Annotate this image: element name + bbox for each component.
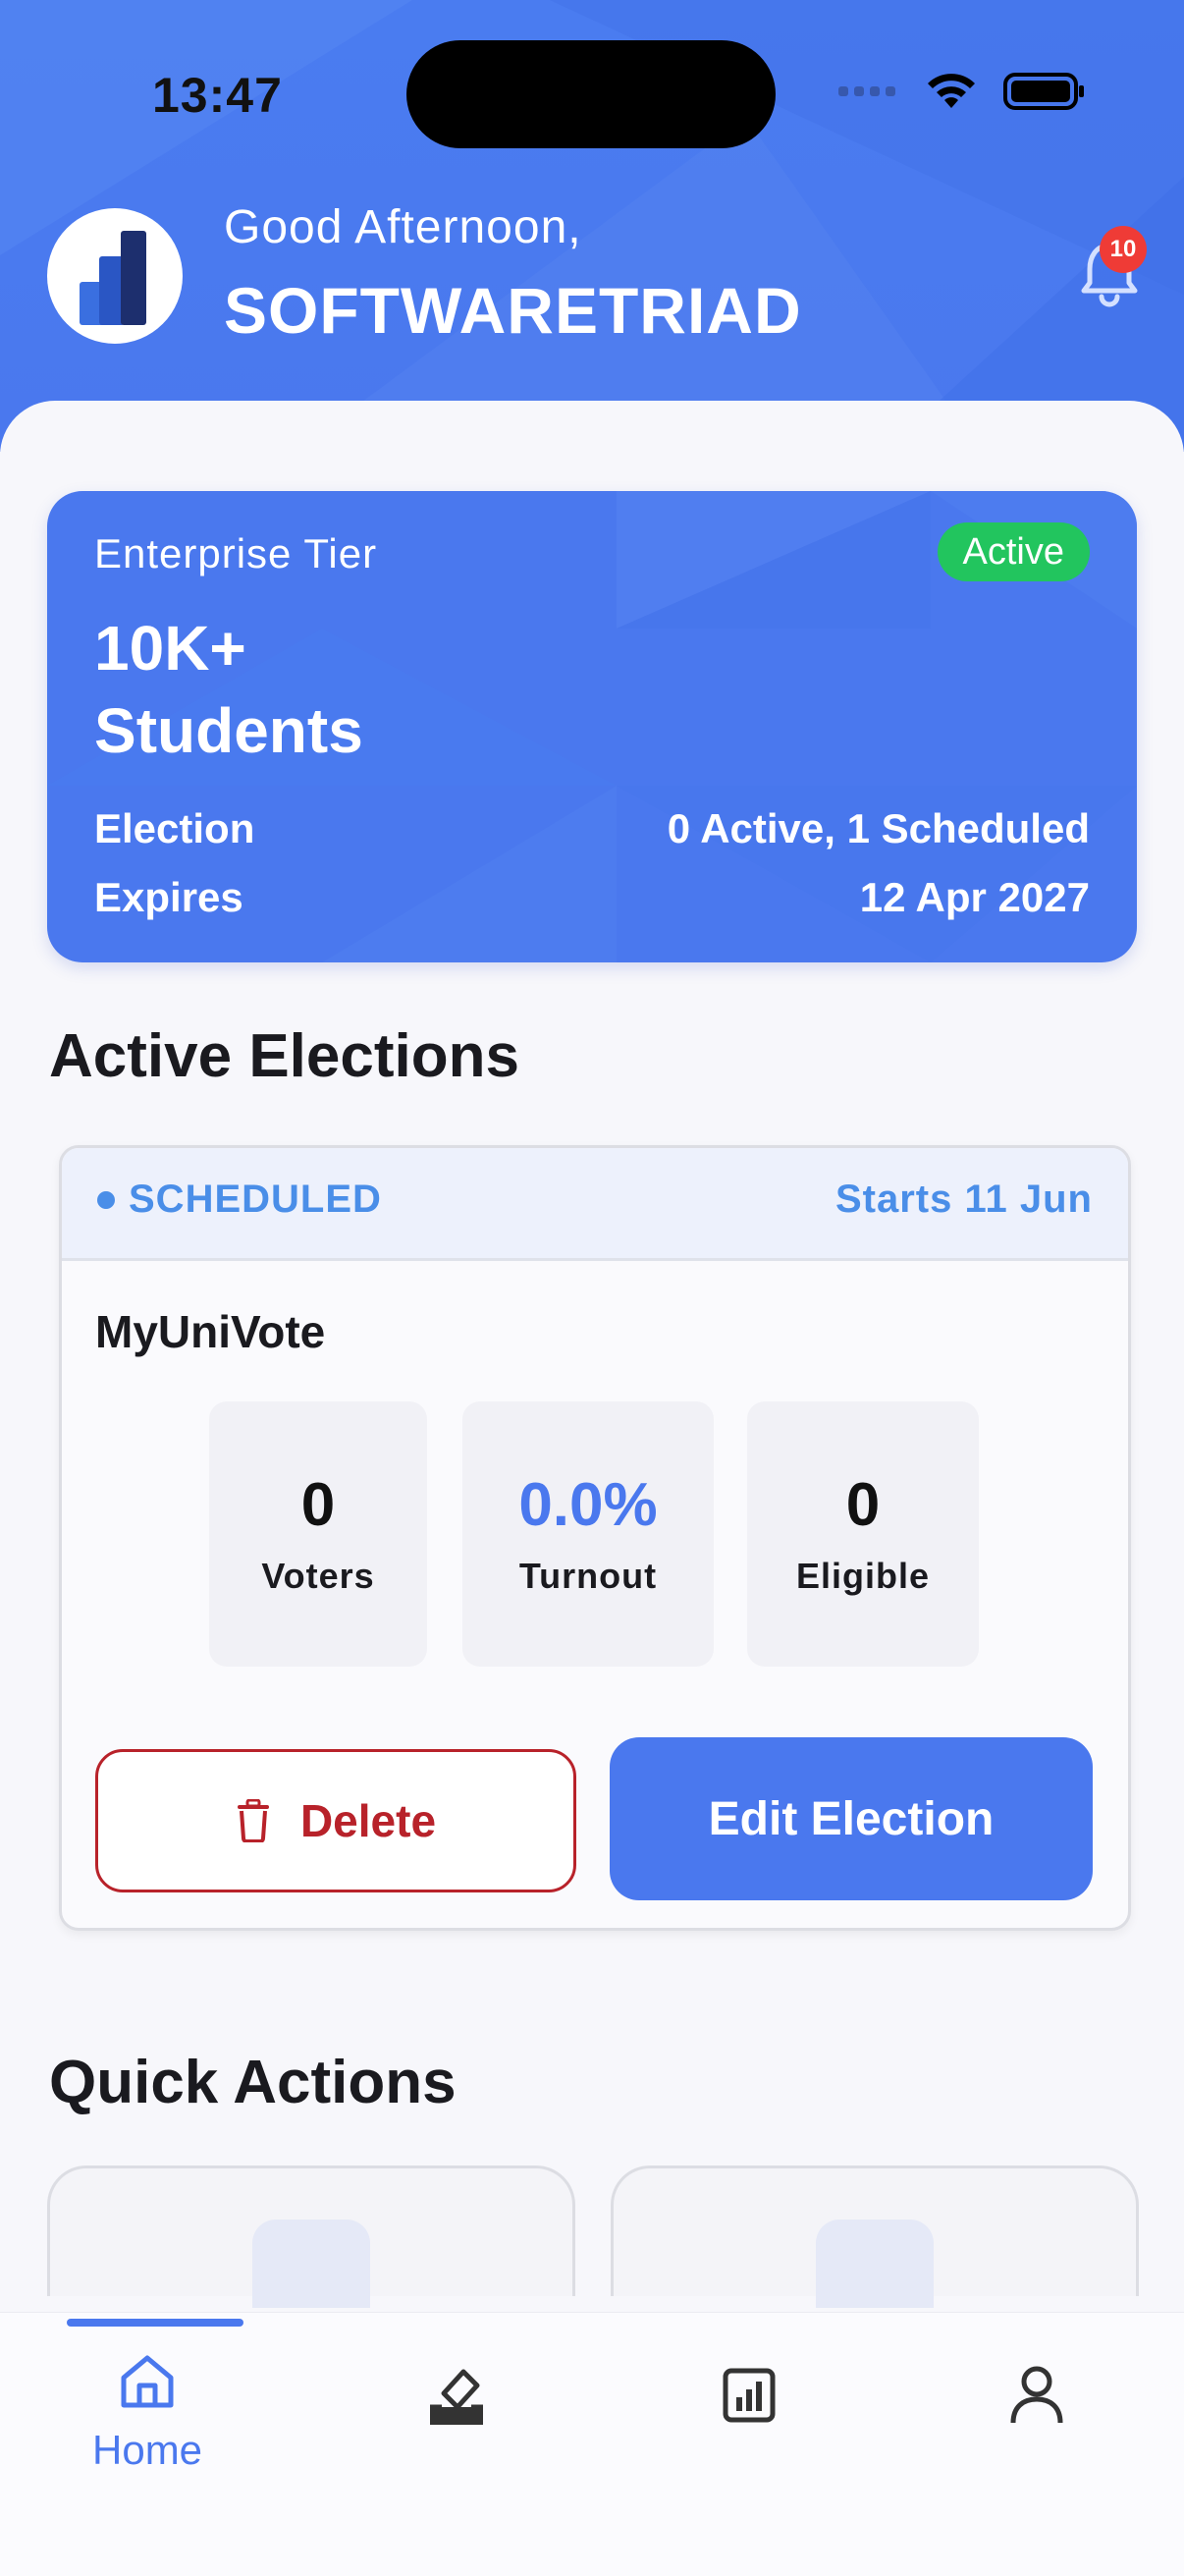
username-text: SOFTWARETRIAD <box>224 274 802 347</box>
tier-election-row: Election 0 Active, 1 Scheduled <box>94 805 1090 852</box>
election-status-label: SCHEDULED <box>129 1178 382 1221</box>
bottom-navigation: Home <box>0 2312 1184 2576</box>
greeting-text: Good Afternoon, <box>224 201 582 253</box>
stat-voters: 0 Voters <box>209 1401 427 1667</box>
delete-button-label: Delete <box>299 1795 437 1846</box>
stat-turnout-value: 0.0% <box>518 1471 658 1539</box>
bar-chart-logo-icon <box>80 231 146 325</box>
tier-title-line1: 10K+ <box>94 613 246 684</box>
stat-eligible-label: Eligible <box>795 1556 931 1596</box>
status-dot-icon <box>97 1190 115 1209</box>
quick-action-card-1[interactable] <box>47 2165 575 2308</box>
nav-item-vote[interactable] <box>424 2364 489 2433</box>
notification-badge: 10 <box>1100 226 1147 273</box>
quick-action-1-icon <box>252 2220 370 2308</box>
quick-action-card-2[interactable] <box>611 2165 1139 2308</box>
tier-status-pill: Active <box>937 522 1090 581</box>
tier-title: 10K+ Students <box>94 607 363 772</box>
tier-card[interactable]: Enterprise Tier Active 10K+ Students Ele… <box>47 491 1137 962</box>
election-card[interactable]: SCHEDULED Starts 11 Jun MyUniVote 0 Vote… <box>59 1145 1131 1931</box>
tier-election-value: 0 Active, 1 Scheduled <box>667 805 1090 851</box>
header: 13:47 Good Afternoon, SOFTWARETRIAD 10 <box>0 0 1184 452</box>
stat-eligible: 0 Eligible <box>747 1401 979 1667</box>
nav-active-indicator <box>67 2319 243 2327</box>
profile-icon <box>1010 2366 1063 2424</box>
election-name: MyUniVote <box>95 1306 326 1357</box>
active-elections-heading: Active Elections <box>49 1022 519 1090</box>
quick-actions-heading: Quick Actions <box>49 2049 457 2116</box>
edit-election-button[interactable]: Edit Election <box>610 1737 1093 1900</box>
battery-icon <box>1003 73 1084 110</box>
app-logo-avatar[interactable] <box>47 208 183 344</box>
stat-voters-value: 0 <box>300 1471 336 1539</box>
stat-turnout-label: Turnout <box>518 1556 658 1596</box>
tier-title-line2: Students <box>94 695 363 766</box>
dynamic-island <box>406 40 776 148</box>
tier-expires-row: Expires 12 Apr 2027 <box>94 874 1090 921</box>
tier-expires-value: 12 Apr 2027 <box>859 874 1090 920</box>
tier-election-label: Election <box>94 805 255 851</box>
stat-voters-label: Voters <box>261 1556 375 1596</box>
election-start-date: Starts 11 Jun <box>834 1178 1093 1221</box>
home-icon <box>121 2355 174 2408</box>
nav-item-profile[interactable] <box>1009 2364 1064 2425</box>
nav-home-label: Home <box>92 2427 203 2473</box>
stat-turnout: 0.0% Turnout <box>462 1401 714 1667</box>
vote-icon <box>430 2369 483 2425</box>
election-card-header: SCHEDULED Starts 11 Jun <box>62 1148 1128 1261</box>
tier-expires-label: Expires <box>94 874 243 920</box>
nav-item-home[interactable]: Home <box>92 2350 202 2474</box>
election-status: SCHEDULED <box>97 1178 382 1222</box>
delete-election-button[interactable]: Delete <box>95 1749 576 1892</box>
quick-action-2-icon <box>816 2220 934 2308</box>
stat-eligible-value: 0 <box>845 1471 881 1539</box>
trash-icon <box>237 1799 269 1842</box>
nav-item-results[interactable] <box>723 2368 776 2423</box>
wifi-icon <box>928 74 975 108</box>
tier-label: Enterprise Tier <box>94 530 378 576</box>
status-icons <box>838 71 1086 112</box>
cellular-signal-icon <box>838 86 895 96</box>
status-time: 13:47 <box>152 68 283 123</box>
chart-icon <box>723 2368 776 2423</box>
